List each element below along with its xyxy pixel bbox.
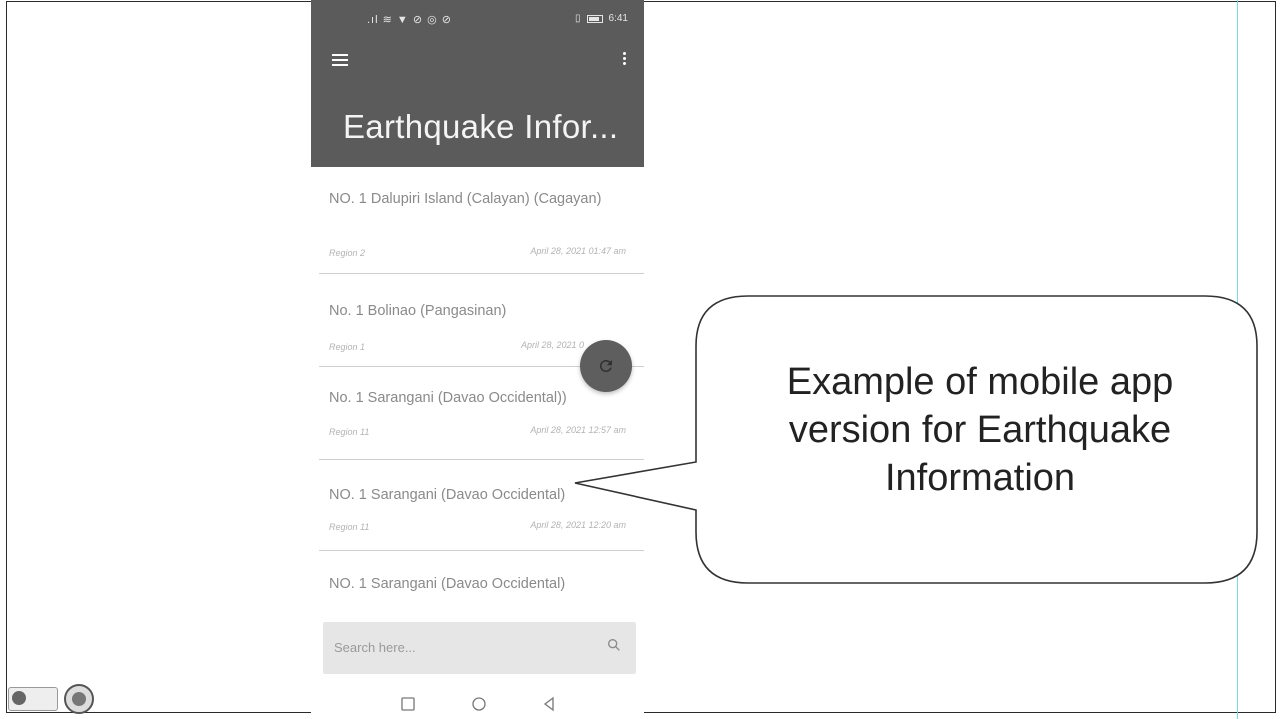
item-date: April 28, 2021 01:47 am [530, 246, 626, 256]
phone-screenshot: .ıl ≋ ▼ ⊘ ◎ ⊘ ▯ 6:41 Earthquake Infor...… [311, 0, 644, 719]
item-date: April 28, 2021 12:20 am [530, 520, 626, 530]
list-item[interactable]: NO. 1 Sarangani (Davao Occidental) Regio… [319, 460, 644, 551]
agency-logo [8, 687, 58, 711]
vibrate-icon: ▯ [575, 13, 581, 24]
item-region: Region 1 [329, 342, 366, 352]
triangle-back-nav-icon[interactable] [541, 696, 557, 712]
footer-logos [8, 684, 94, 714]
item-title: No. 1 Bolinao (Pangasinan) [329, 303, 507, 319]
item-region: Region 2 [329, 248, 366, 258]
refresh-button[interactable] [580, 340, 632, 392]
item-region: Region 11 [329, 522, 370, 532]
status-icons: .ıl ≋ ▼ ⊘ ◎ ⊘ [367, 14, 452, 26]
app-title: Earthquake Infor... [343, 108, 619, 145]
item-title: NO. 1 Sarangani (Davao Occidental) [329, 576, 566, 592]
callout-line: Example of mobile app [786, 361, 1174, 403]
status-right: ▯ 6:41 [575, 13, 628, 24]
more-vert-icon[interactable] [621, 52, 627, 68]
seal-logo [64, 684, 94, 714]
item-date: April 28, 2021 0 [520, 340, 584, 350]
earthquake-list: NO. 1 Dalupiri Island (Calayan) (Cagayan… [319, 178, 644, 617]
item-region: Region 11 [329, 427, 370, 437]
item-date: April 28, 2021 12:57 am [530, 425, 626, 435]
search-icon[interactable] [606, 637, 622, 653]
callout-line: version for Earthquake [788, 409, 1172, 451]
app-bar: .ıl ≋ ▼ ⊘ ◎ ⊘ ▯ 6:41 Earthquake Infor... [311, 0, 644, 167]
square-nav-icon[interactable] [400, 696, 416, 712]
refresh-icon [599, 359, 612, 372]
circle-nav-icon[interactable] [471, 696, 487, 712]
search-bar[interactable]: Search here... [323, 622, 636, 674]
callout-line: Information [884, 457, 1076, 499]
list-item[interactable]: NO. 1 Sarangani (Davao Occidental) [319, 551, 644, 617]
item-title: NO. 1 Sarangani (Davao Occidental) [329, 487, 566, 503]
item-title: No. 1 Sarangani (Davao Occidental)) [329, 390, 567, 406]
hamburger-menu-icon[interactable] [332, 54, 348, 67]
callout-text: Example of mobile app version for Earthq… [720, 358, 1240, 502]
android-nav-bar [311, 692, 644, 719]
battery-icon [586, 14, 603, 23]
search-input[interactable]: Search here... [334, 640, 416, 655]
status-time: 6:41 [608, 13, 628, 24]
list-item[interactable]: NO. 1 Dalupiri Island (Calayan) (Cagayan… [319, 178, 644, 274]
item-title: NO. 1 Dalupiri Island (Calayan) (Cagayan… [329, 191, 602, 207]
